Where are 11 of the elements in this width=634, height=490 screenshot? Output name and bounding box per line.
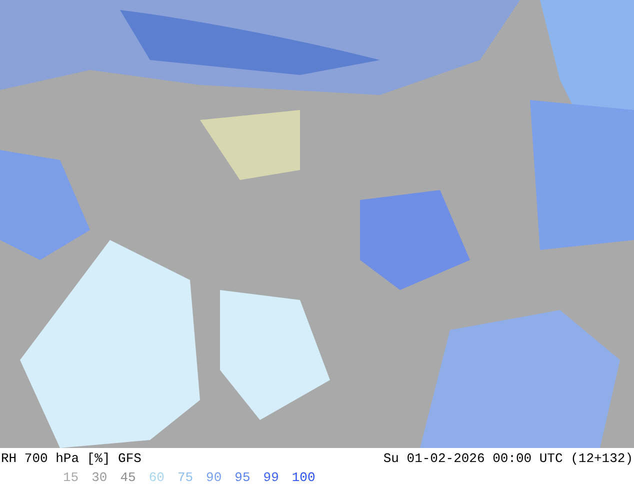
legend-value: 15: [63, 469, 79, 487]
valid-time: Su 01-02-2026 00:00 UTC (12+132): [383, 450, 633, 468]
legend-value: 99: [263, 469, 279, 487]
legend-value: 45: [120, 469, 136, 487]
legend-value: 95: [234, 469, 250, 487]
legend-value: 60: [148, 469, 164, 487]
legend-value: 100: [292, 469, 316, 487]
map-title: RH 700 hPa [%] GFS: [1, 450, 142, 468]
legend-value: 30: [92, 469, 108, 487]
legend-value: 75: [177, 469, 194, 487]
legend-value: 90: [206, 469, 222, 487]
